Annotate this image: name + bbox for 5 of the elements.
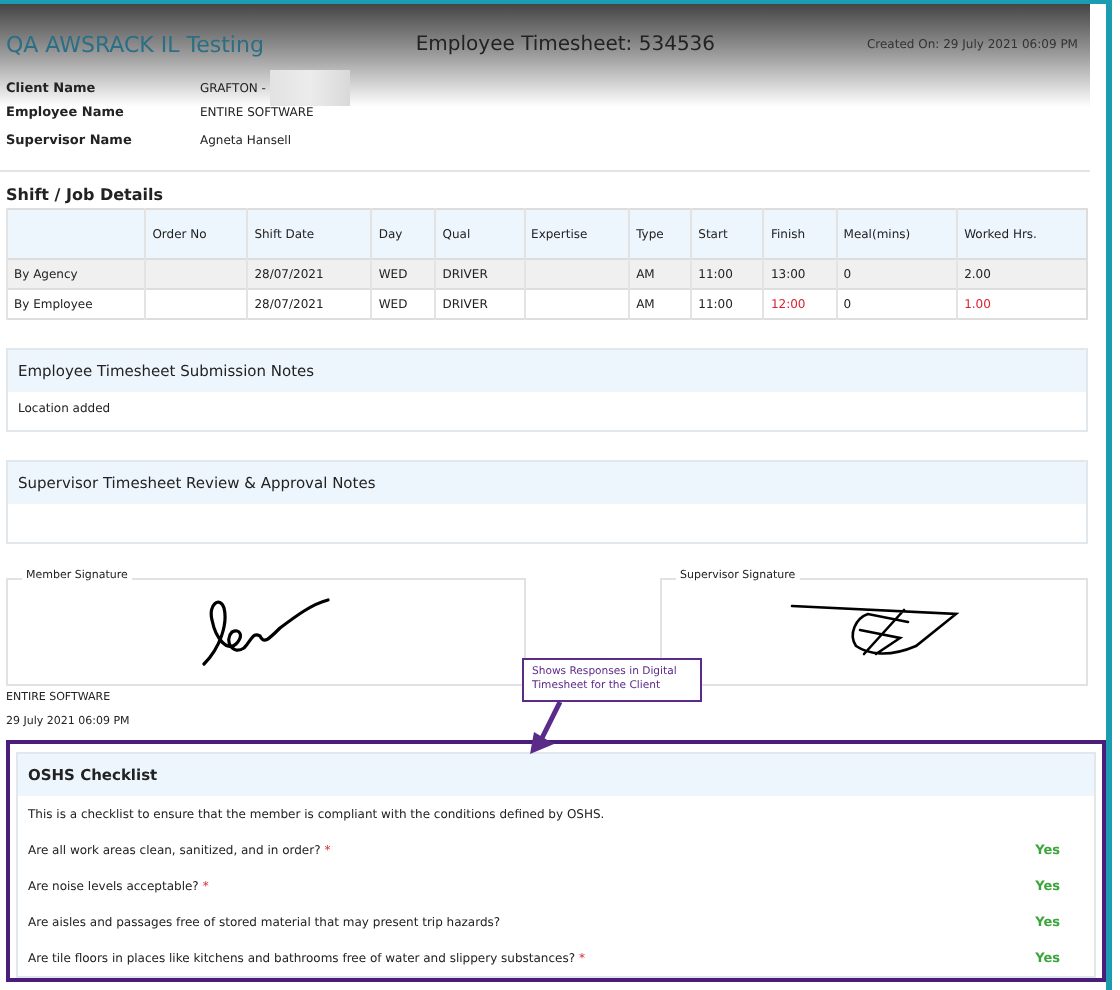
organization-title: QA AWSRACK IL Testing [6,32,264,58]
arrow-icon [528,702,564,754]
page-title: Employee Timesheet: 534536 [415,34,716,56]
section-title: Shift / Job Details [6,186,166,204]
signature-drawing [200,596,332,668]
